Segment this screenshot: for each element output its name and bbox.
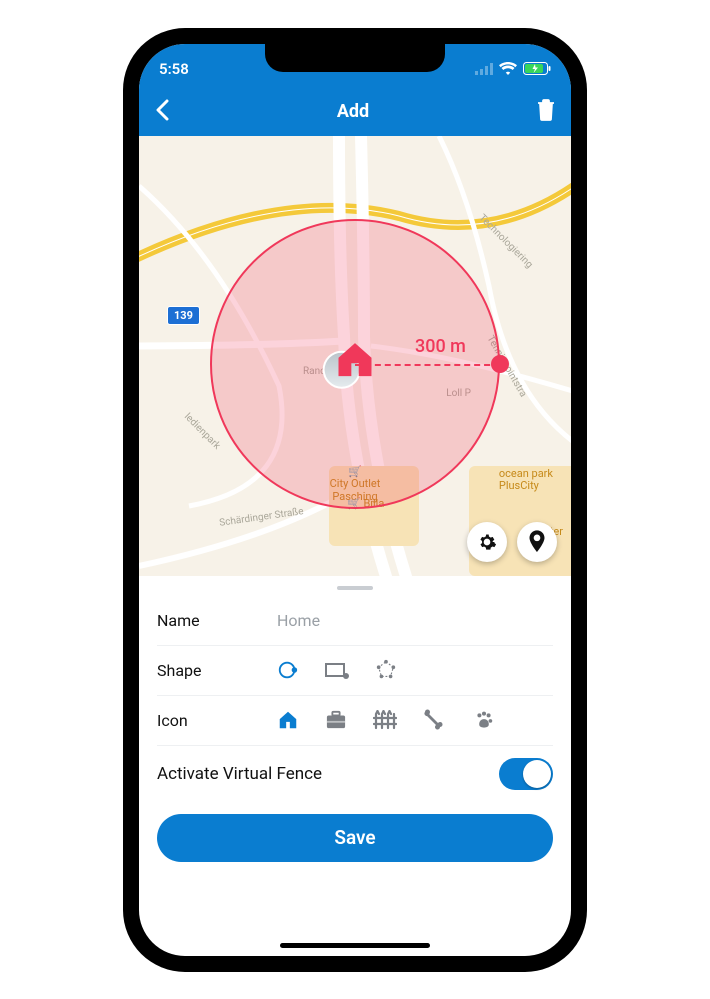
poi-label: ocean park PlusCity: [499, 468, 553, 493]
icon-option-fence[interactable]: [373, 710, 397, 730]
radius-drag-handle[interactable]: [491, 355, 509, 373]
name-input[interactable]: Home: [277, 611, 320, 630]
phone-frame: 5:58 Add: [125, 30, 585, 970]
home-indicator[interactable]: [280, 943, 430, 948]
geofence-form: Name Home Shape Icon: [139, 596, 571, 802]
paw-icon: [473, 709, 495, 731]
cellular-signal-icon: [475, 63, 493, 75]
wifi-icon: [499, 62, 517, 75]
shape-option-rectangle[interactable]: [325, 661, 349, 679]
icon-label: Icon: [157, 711, 277, 730]
fence-icon: [373, 710, 397, 730]
geofence-center-marker[interactable]: [333, 338, 377, 386]
activate-label: Activate Virtual Fence: [157, 764, 322, 784]
shape-row: Shape: [157, 646, 553, 696]
name-row: Name Home: [157, 596, 553, 646]
home-icon: [333, 338, 377, 382]
map-settings-button[interactable]: [467, 522, 507, 562]
status-time: 5:58: [159, 60, 189, 78]
icon-option-work[interactable]: [325, 710, 347, 730]
device-notch: [265, 44, 445, 72]
icon-row: Icon: [157, 696, 553, 746]
icon-option-bone[interactable]: [423, 708, 447, 732]
battery-icon: [523, 62, 551, 75]
gear-icon: [477, 532, 497, 552]
home-icon: [277, 709, 299, 731]
map-recenter-button[interactable]: [517, 522, 557, 562]
route-badge: 139: [167, 306, 200, 325]
icon-option-home[interactable]: [277, 709, 299, 731]
status-icons: [475, 62, 551, 75]
map-view[interactable]: 139 Randlst ledienpark Schärdinger Straß…: [139, 136, 571, 576]
shape-label: Shape: [157, 661, 277, 680]
shape-option-polygon[interactable]: [375, 659, 397, 681]
bone-icon: [423, 708, 447, 732]
delete-button[interactable]: [537, 99, 555, 125]
activate-toggle[interactable]: [499, 758, 553, 790]
save-button-label: Save: [334, 826, 375, 849]
toggle-knob: [523, 760, 551, 788]
nav-bar: Add: [139, 88, 571, 136]
activate-row: Activate Virtual Fence: [157, 746, 553, 802]
polygon-shape-icon: [375, 659, 397, 681]
shape-option-circle[interactable]: [277, 659, 299, 681]
save-button[interactable]: Save: [157, 814, 553, 862]
icon-option-paw[interactable]: [473, 709, 495, 731]
nav-title: Add: [337, 101, 369, 122]
trash-icon: [537, 99, 555, 121]
name-label: Name: [157, 611, 277, 630]
rectangle-shape-icon: [325, 661, 349, 679]
location-pin-icon: [527, 530, 547, 554]
back-button[interactable]: [155, 99, 169, 125]
chevron-left-icon: [155, 99, 169, 121]
circle-shape-icon: [277, 659, 299, 681]
briefcase-icon: [325, 710, 347, 730]
bottom-sheet-handle[interactable]: [139, 576, 571, 596]
radius-label: 300 m: [415, 336, 466, 357]
